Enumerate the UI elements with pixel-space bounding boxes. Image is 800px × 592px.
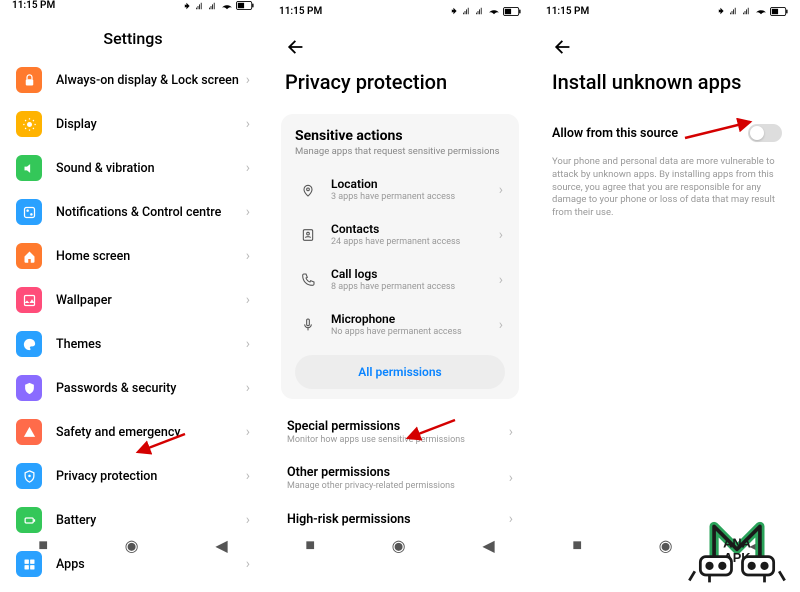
shield-icon — [16, 375, 42, 401]
all-permissions-button[interactable]: All permissions — [295, 355, 505, 389]
settings-screen: 11:15 PM Settings Always-on display & Lo… — [0, 0, 266, 560]
contacts-icon — [297, 227, 319, 243]
status-bar: 11:15 PM — [0, 0, 266, 11]
status-icons — [718, 7, 788, 16]
chevron-right-icon: › — [499, 272, 503, 288]
manaapk-logo: ANA APK — [682, 476, 792, 586]
warning-icon — [16, 419, 42, 445]
status-icons — [184, 1, 254, 10]
image-icon — [16, 287, 42, 313]
chevron-right-icon: › — [509, 424, 513, 440]
chevron-right-icon: › — [246, 248, 250, 264]
chevron-right-icon: › — [246, 204, 250, 220]
sliders-icon — [16, 199, 42, 225]
nav-recent-icon[interactable]: ■ — [305, 535, 315, 555]
item-aod[interactable]: Always-on display & Lock screen› — [0, 58, 266, 102]
item-wallpaper[interactable]: Wallpaper› — [0, 278, 266, 322]
card-subtitle: Manage apps that request sensitive permi… — [295, 146, 505, 157]
perm-calllogs[interactable]: Call logs8 apps have permanent access › — [295, 257, 505, 302]
nav-bar: ■ ◉ ◀ — [0, 530, 266, 560]
chevron-right-icon: › — [246, 292, 250, 308]
item-notifications[interactable]: Notifications & Control centre› — [0, 190, 266, 234]
chevron-right-icon: › — [246, 468, 250, 484]
chevron-right-icon: › — [246, 336, 250, 352]
item-safety[interactable]: Safety and emergency› — [0, 410, 266, 454]
palette-icon — [16, 331, 42, 357]
item-privacy[interactable]: Privacy protection› — [0, 454, 266, 498]
back-icon[interactable] — [552, 36, 574, 58]
location-icon — [297, 182, 319, 198]
perm-contacts[interactable]: Contacts24 apps have permanent access › — [295, 212, 505, 257]
svg-text:ANA: ANA — [723, 536, 751, 551]
nav-back-icon[interactable]: ◀ — [215, 536, 227, 555]
item-display[interactable]: Display› — [0, 102, 266, 146]
row-special-permissions[interactable]: Special permissionsMonitor how apps use … — [267, 409, 533, 455]
toggle-label: Allow from this source — [552, 126, 678, 141]
chevron-right-icon: › — [509, 470, 513, 486]
item-sound[interactable]: Sound & vibration› — [0, 146, 266, 190]
page-title: Install unknown apps — [534, 66, 800, 108]
nav-bar: ■ ◉ ◀ — [267, 530, 533, 560]
status-icons — [451, 7, 521, 16]
card-title: Sensitive actions — [295, 128, 505, 144]
nav-home-icon[interactable]: ◉ — [125, 536, 139, 555]
status-bar: 11:15 PM — [267, 0, 533, 22]
sun-icon — [16, 111, 42, 137]
allow-toggle[interactable] — [748, 124, 782, 142]
chevron-right-icon: › — [246, 512, 250, 528]
lock-icon — [16, 67, 42, 93]
home-icon — [16, 243, 42, 269]
page-title: Settings — [0, 11, 266, 58]
chevron-right-icon: › — [246, 424, 250, 440]
perm-location[interactable]: Location3 apps have permanent access › — [295, 167, 505, 212]
item-themes[interactable]: Themes› — [0, 322, 266, 366]
nav-back-icon[interactable]: ◀ — [482, 536, 494, 555]
item-home[interactable]: Home screen› — [0, 234, 266, 278]
chevron-right-icon: › — [499, 317, 503, 333]
speaker-icon — [16, 155, 42, 181]
settings-group-display: Always-on display & Lock screen› Display… — [0, 58, 266, 366]
chevron-right-icon: › — [246, 116, 250, 132]
perm-microphone[interactable]: MicrophoneNo apps have permanent access … — [295, 302, 505, 347]
status-time: 11:15 PM — [279, 6, 322, 17]
privacy-icon — [16, 463, 42, 489]
privacy-screen: 11:15 PM Privacy protection Sensitive ac… — [267, 0, 533, 560]
nav-home-icon[interactable]: ◉ — [392, 536, 406, 555]
mic-icon — [297, 317, 319, 333]
phone-icon — [297, 272, 319, 288]
chevron-right-icon: › — [246, 380, 250, 396]
row-other-permissions[interactable]: Other permissionsManage other privacy-re… — [267, 455, 533, 501]
status-time: 11:15 PM — [546, 6, 589, 17]
warning-text: Your phone and personal data are more vu… — [534, 152, 800, 224]
sensitive-actions-card: Sensitive actions Manage apps that reque… — [281, 114, 519, 399]
nav-recent-icon[interactable]: ■ — [38, 535, 48, 555]
item-passwords[interactable]: Passwords & security› — [0, 366, 266, 410]
chevron-right-icon: › — [499, 182, 503, 198]
page-title: Privacy protection — [267, 66, 533, 108]
chevron-right-icon: › — [499, 227, 503, 243]
chevron-right-icon: › — [246, 160, 250, 176]
status-time: 11:15 PM — [12, 0, 55, 11]
nav-recent-icon[interactable]: ■ — [572, 535, 582, 555]
chevron-right-icon: › — [509, 511, 513, 527]
nav-home-icon[interactable]: ◉ — [659, 536, 673, 555]
status-bar: 11:15 PM — [534, 0, 800, 22]
back-icon[interactable] — [285, 36, 307, 58]
chevron-right-icon: › — [246, 72, 250, 88]
